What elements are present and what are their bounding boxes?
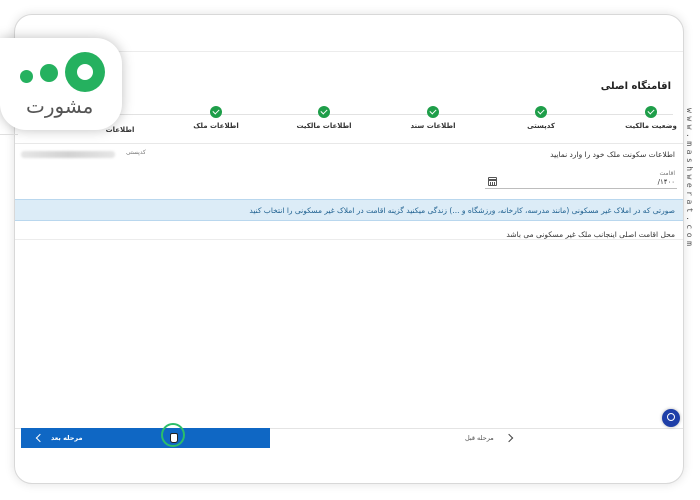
residence-status-text: محل اقامت اصلی اینجانب ملک غیر مسکونی می… xyxy=(506,230,675,239)
step-postal-code[interactable]: کدپستی xyxy=(496,106,586,130)
date-field-label: اقامت xyxy=(659,170,675,177)
calendar-icon[interactable] xyxy=(488,177,497,186)
next-button-label: مرحله بعد xyxy=(51,434,83,442)
next-step-button[interactable]: مرحله بعد xyxy=(21,428,270,448)
step-label: وضعیت مالکیت xyxy=(625,122,677,130)
logo-circle-medium xyxy=(40,64,58,82)
alert-text: صورتی که در املاک غیر مسکونی (مانند مدرس… xyxy=(249,206,675,215)
site-watermark: www.mashwerat.com xyxy=(685,108,694,250)
check-icon xyxy=(645,106,657,118)
chevron-right-icon xyxy=(504,433,514,443)
logo-circle-small xyxy=(20,70,33,83)
chevron-left-icon xyxy=(35,433,45,443)
brand-logo: مشورت xyxy=(0,38,122,130)
step-ownership-info[interactable]: اطلاعات مالکیت xyxy=(279,106,369,130)
step-label: اطلاعات سند xyxy=(410,122,456,130)
info-alert: صورتی که در املاک غیر مسکونی (مانند مدرس… xyxy=(15,199,683,221)
page-title: اقامتگاه اصلی xyxy=(600,81,671,92)
blurred-postal-value xyxy=(21,151,115,158)
step-label: اطلاعات مالکیت xyxy=(296,122,352,130)
check-icon xyxy=(210,106,222,118)
date-field-underline xyxy=(485,188,677,189)
previous-step-button[interactable]: مرحله قبل xyxy=(465,431,514,445)
logo-circle-large xyxy=(65,52,105,92)
step-label: کدپستی xyxy=(527,122,555,130)
left-edge-divider xyxy=(0,134,18,135)
hand-cursor-icon xyxy=(170,433,178,443)
prev-button-label: مرحله قبل xyxy=(465,434,494,442)
check-icon xyxy=(535,106,547,118)
step-property-info[interactable]: اطلاعات ملک xyxy=(171,106,261,130)
date-field-value[interactable]: ۱۴۰۰/ xyxy=(658,178,675,186)
step-deed-info[interactable]: اطلاعات سند xyxy=(388,106,478,130)
step-label: اطلاعات ملک xyxy=(193,122,239,130)
step-ownership-status[interactable]: وضعیت مالکیت xyxy=(606,106,683,130)
check-icon xyxy=(427,106,439,118)
postal-code-label: کدپستی xyxy=(126,149,146,156)
content-divider xyxy=(15,239,683,240)
check-icon xyxy=(318,106,330,118)
form-instruction: اطلاعات سکونت ملک خود را وارد نمایید xyxy=(550,150,675,159)
stepper-divider xyxy=(15,143,683,144)
chat-support-icon[interactable] xyxy=(662,409,680,427)
logo-wordmark: مشورت xyxy=(26,94,94,118)
